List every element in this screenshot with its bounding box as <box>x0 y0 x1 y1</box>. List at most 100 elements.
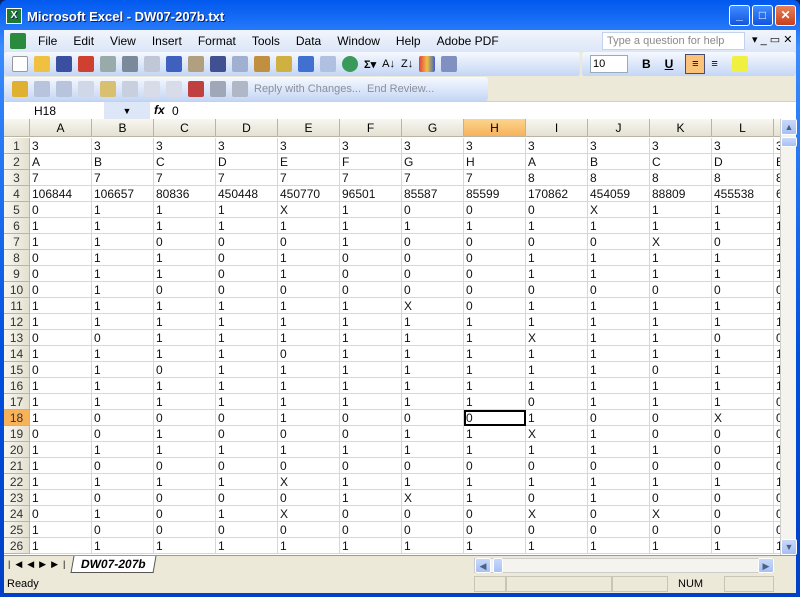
cell[interactable]: 1 <box>278 394 340 410</box>
autosum-icon[interactable]: Σ▾ <box>364 58 376 71</box>
cell[interactable]: 1 <box>526 538 588 554</box>
row-header[interactable]: 11 <box>4 298 30 314</box>
cell[interactable]: G <box>402 154 464 170</box>
cell[interactable]: 0 <box>154 410 216 426</box>
permission-icon[interactable] <box>78 56 94 72</box>
cell[interactable]: 1 <box>650 394 712 410</box>
cell[interactable]: 454059 <box>588 186 650 202</box>
sort-ascending-icon[interactable]: A↓ <box>382 58 395 70</box>
cell[interactable]: X <box>588 202 650 218</box>
cell[interactable]: 0 <box>154 282 216 298</box>
cell[interactable]: 1 <box>464 442 526 458</box>
attach-icon[interactable] <box>232 81 248 97</box>
cell[interactable]: 8 <box>526 170 588 186</box>
cell[interactable]: 1 <box>92 378 154 394</box>
cell[interactable]: 1 <box>712 298 774 314</box>
cell[interactable]: 1 <box>154 298 216 314</box>
cell[interactable]: 0 <box>464 234 526 250</box>
maximize-button[interactable]: □ <box>752 5 773 26</box>
cell[interactable]: 0 <box>650 362 712 378</box>
cell[interactable]: 1 <box>340 394 402 410</box>
cell[interactable]: 1 <box>92 314 154 330</box>
cell[interactable]: 1 <box>526 474 588 490</box>
drawing-icon[interactable] <box>441 56 458 72</box>
cell[interactable]: 1 <box>340 234 402 250</box>
cell[interactable]: 0 <box>526 202 588 218</box>
cell[interactable]: 1 <box>92 234 154 250</box>
cell[interactable]: 1 <box>340 474 402 490</box>
cell[interactable]: 1 <box>650 442 712 458</box>
row-header[interactable]: 7 <box>4 234 30 250</box>
research-icon[interactable] <box>188 56 204 72</box>
cell[interactable]: 0 <box>340 250 402 266</box>
scroll-right-button[interactable]: ▶ <box>758 558 774 573</box>
cell[interactable]: B <box>92 154 154 170</box>
row-header[interactable]: 3 <box>4 170 30 186</box>
cell[interactable]: 1 <box>92 394 154 410</box>
reject-change-icon[interactable] <box>166 81 182 97</box>
next-comment-icon[interactable] <box>56 81 72 97</box>
cell[interactable]: 85587 <box>402 186 464 202</box>
doc-window-controls[interactable]: ▾ _ ▭ ✕ <box>752 33 792 46</box>
row-header[interactable]: 19 <box>4 426 30 442</box>
cell[interactable]: 1 <box>216 298 278 314</box>
cell[interactable]: A <box>30 154 92 170</box>
cell[interactable]: 1 <box>712 394 774 410</box>
cell[interactable]: 0 <box>340 410 402 426</box>
cell[interactable]: 1 <box>650 218 712 234</box>
cell[interactable]: 455538 <box>712 186 774 202</box>
cell[interactable]: 88809 <box>650 186 712 202</box>
column-header-a[interactable]: A <box>30 119 92 137</box>
cell[interactable]: 1 <box>278 298 340 314</box>
cell[interactable]: 1 <box>92 202 154 218</box>
name-box-dropdown[interactable]: ▼ <box>104 102 150 120</box>
scroll-thumb[interactable] <box>781 137 797 147</box>
cell[interactable]: 1 <box>464 474 526 490</box>
cell[interactable]: 1 <box>92 474 154 490</box>
cell[interactable]: 0 <box>154 506 216 522</box>
cell[interactable]: 0 <box>588 410 650 426</box>
cell[interactable]: 0 <box>30 506 92 522</box>
cell[interactable]: X <box>712 410 774 426</box>
cell[interactable]: 1 <box>712 474 774 490</box>
update-file-icon[interactable] <box>210 81 226 97</box>
cell[interactable]: 1 <box>216 506 278 522</box>
row-header[interactable]: 8 <box>4 250 30 266</box>
select-all-corner[interactable] <box>4 119 30 137</box>
minimize-button[interactable]: _ <box>729 5 750 26</box>
row-header[interactable]: 22 <box>4 474 30 490</box>
cell[interactable]: 0 <box>92 458 154 474</box>
cell[interactable]: 0 <box>402 266 464 282</box>
hyperlink-icon[interactable] <box>342 56 358 72</box>
cell[interactable]: F <box>340 154 402 170</box>
cell[interactable]: 1 <box>278 266 340 282</box>
cell[interactable]: 1 <box>154 426 216 442</box>
cell[interactable]: 1 <box>340 314 402 330</box>
cell[interactable]: 0 <box>650 522 712 538</box>
cut-icon[interactable] <box>210 56 226 72</box>
cell[interactable]: 0 <box>92 330 154 346</box>
undo-icon[interactable] <box>298 56 314 72</box>
open-icon[interactable] <box>34 56 50 72</box>
cell[interactable]: 1 <box>92 298 154 314</box>
cell[interactable]: 7 <box>278 170 340 186</box>
cell[interactable]: 0 <box>712 490 774 506</box>
cell[interactable]: 3 <box>712 138 774 154</box>
cell[interactable]: 7 <box>154 170 216 186</box>
cell[interactable]: 1 <box>402 314 464 330</box>
cell[interactable]: 0 <box>278 234 340 250</box>
cell[interactable]: 0 <box>402 506 464 522</box>
cell[interactable]: 0 <box>712 234 774 250</box>
active-cell[interactable]: 0 <box>464 410 526 426</box>
cell[interactable]: 0 <box>650 410 712 426</box>
cell[interactable]: 7 <box>30 170 92 186</box>
cell[interactable]: 1 <box>92 442 154 458</box>
cell[interactable]: X <box>526 426 588 442</box>
cell[interactable]: 1 <box>464 314 526 330</box>
cell[interactable]: 1 <box>712 218 774 234</box>
cell[interactable]: 0 <box>650 490 712 506</box>
cell[interactable]: 3 <box>30 138 92 154</box>
cell[interactable]: X <box>402 298 464 314</box>
cell[interactable]: 7 <box>216 170 278 186</box>
cell[interactable]: 0 <box>588 506 650 522</box>
